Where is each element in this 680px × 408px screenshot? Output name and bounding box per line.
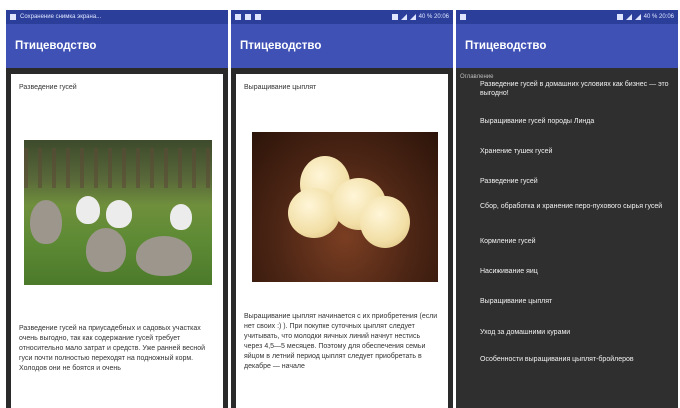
phone-screen-contents-drawer: 40 % 20:06 Птицеводство Оглавление Разве…: [456, 10, 678, 408]
article-text: Выращивание цыплят начинается с их приоб…: [244, 313, 438, 370]
signal-icon: [409, 14, 416, 20]
status-time: 40 % 20:06: [643, 14, 674, 20]
app-bar: Птицеводство: [6, 24, 228, 68]
app-title: Птицеводство: [465, 40, 547, 52]
article-text: Разведение гусей на приусадебных и садов…: [19, 325, 206, 372]
status-bar: 40 % 20:06: [456, 10, 678, 24]
menu-item[interactable]: Особенности выращивания цыплят-бройлеров: [480, 355, 672, 375]
drawer-menu: Разведение гусей в домашних условиях как…: [480, 80, 672, 375]
signal-icon: [625, 14, 632, 20]
menu-item[interactable]: Хранение тушек гусей: [480, 147, 672, 177]
signal-icon: [400, 14, 407, 20]
menu-item[interactable]: Разведение гусей: [480, 177, 672, 202]
screenshot-icon: [10, 14, 16, 20]
app-title: Птицеводство: [15, 40, 97, 52]
signal-icon: [634, 14, 641, 20]
status-time: 40 % 20:06: [418, 14, 449, 20]
goose-shape: [30, 200, 62, 244]
menu-item[interactable]: Сбор, обработка и хранение перо-пухового…: [480, 202, 672, 237]
menu-item[interactable]: Выращивание цыплят: [480, 297, 672, 328]
goose-shape: [86, 228, 126, 272]
article-card[interactable]: Разведение гусей Разведение гусей на при…: [11, 74, 223, 408]
menu-item[interactable]: Насиживание яиц: [480, 267, 672, 297]
article-title: Разведение гусей: [19, 84, 77, 91]
chicks-photo: [252, 132, 438, 282]
app-title: Птицеводство: [240, 40, 322, 52]
app-notification-icon: [235, 14, 241, 20]
goose-shape: [136, 236, 192, 276]
menu-item[interactable]: Кормление гусей: [480, 237, 672, 267]
phone-screen-chick-article: 40 % 20:06 Птицеводство Выращивание цыпл…: [231, 10, 453, 408]
download-icon: [460, 14, 466, 20]
navigation-drawer: Оглавление Разведение гусей в домашних у…: [456, 68, 678, 408]
app-bar: Птицеводство: [456, 24, 678, 68]
article-card[interactable]: Выращивание цыплят Выращивание цыплят на…: [236, 74, 448, 408]
vibrate-icon: [616, 14, 623, 20]
download-icon: [255, 14, 261, 20]
geese-photo: [24, 140, 212, 285]
menu-item[interactable]: Разведение гусей в домашних условиях как…: [480, 80, 672, 117]
status-notification-text: Сохранение снимка экрана...: [20, 14, 102, 20]
menu-item[interactable]: Выращивание гусей породы Линда: [480, 117, 672, 147]
phone-screen-goose-article: Сохранение снимка экрана... Птицеводство…: [6, 10, 228, 408]
app-bar: Птицеводство: [231, 24, 453, 68]
menu-item[interactable]: Уход за домашними курами: [480, 328, 672, 355]
status-bar: 40 % 20:06: [231, 10, 453, 24]
content-area: Разведение гусей Разведение гусей на при…: [6, 68, 228, 408]
vibrate-icon: [391, 14, 398, 20]
article-title: Выращивание цыплят: [244, 84, 317, 91]
goose-shape: [106, 200, 132, 228]
goose-shape: [76, 196, 100, 224]
content-area: Выращивание цыплят Выращивание цыплят на…: [231, 68, 453, 408]
chick-shape: [360, 196, 410, 248]
goose-shape: [170, 204, 192, 230]
status-bar: Сохранение снимка экрана...: [6, 10, 228, 24]
fence-decor: [24, 148, 212, 188]
image-notification-icon: [245, 14, 251, 20]
